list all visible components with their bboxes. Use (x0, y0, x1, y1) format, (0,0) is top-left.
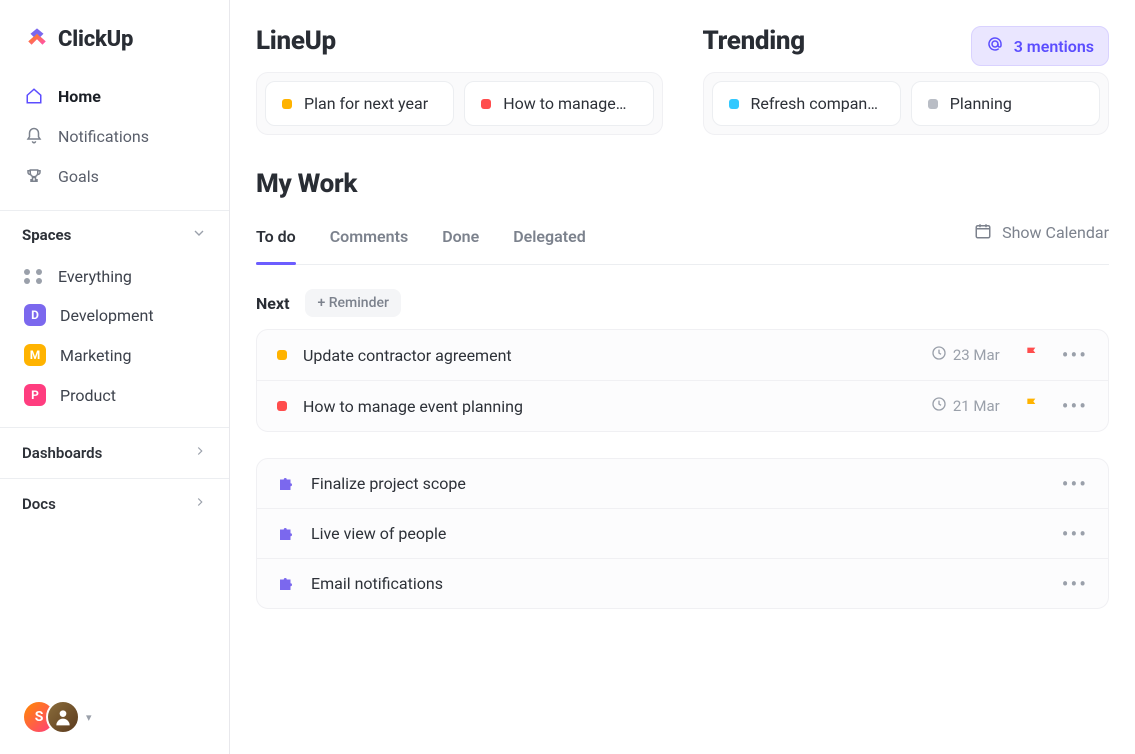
mentions-badge[interactable]: 3 mentions (971, 26, 1109, 66)
task-group-dated: Update contractor agreement 23 Mar ••• H… (256, 329, 1109, 432)
status-dot (277, 401, 287, 411)
next-row: Next + Reminder (256, 289, 1109, 317)
spaces-header[interactable]: Spaces (0, 210, 229, 255)
primary-nav: Home Notifications Goals (0, 72, 229, 210)
task-title: Update contractor agreement (303, 346, 931, 365)
sidebar: ClickUp Home Notifications Goals (0, 0, 230, 754)
puzzle-icon (277, 575, 295, 593)
clickup-logo-icon (24, 24, 50, 54)
user-avatars[interactable]: S ▾ (22, 700, 92, 734)
nav-home-label: Home (58, 87, 101, 106)
everything-icon (24, 266, 44, 286)
puzzle-icon (277, 525, 295, 543)
chevron-right-icon (193, 495, 207, 513)
space-badge: D (24, 304, 46, 326)
nav-notifications[interactable]: Notifications (10, 116, 219, 156)
trophy-icon (24, 166, 44, 186)
task-row[interactable]: Live view of people ••• (257, 508, 1108, 558)
task-date: 23 Mar (931, 345, 1000, 365)
task-row[interactable]: Finalize project scope ••• (257, 459, 1108, 508)
task-title: How to manage event planning (303, 397, 931, 416)
home-icon (24, 86, 44, 106)
space-label: Product (60, 386, 116, 405)
clock-icon (931, 396, 947, 416)
task-row[interactable]: Update contractor agreement 23 Mar ••• (257, 330, 1108, 380)
space-everything[interactable]: Everything (10, 257, 219, 295)
nav-home[interactable]: Home (10, 76, 219, 116)
status-dot (282, 99, 292, 109)
section-dashboards-label: Dashboards (22, 444, 102, 462)
space-everything-label: Everything (58, 267, 132, 286)
avatar-secondary[interactable] (46, 700, 80, 734)
card-label: Refresh compan… (751, 94, 878, 113)
nav-notifications-label: Notifications (58, 127, 149, 146)
task-group-undated: Finalize project scope ••• Live view of … (256, 458, 1109, 609)
tab-delegated[interactable]: Delegated (513, 215, 585, 264)
tab-done[interactable]: Done (442, 215, 479, 264)
card-label: Plan for next year (304, 94, 428, 113)
task-row[interactable]: How to manage event planning 21 Mar ••• (257, 380, 1108, 431)
mentions-label: 3 mentions (1014, 37, 1094, 56)
status-dot (928, 99, 938, 109)
calendar-icon (974, 222, 992, 244)
avatar-letter: S (35, 709, 44, 725)
space-badge: P (24, 384, 46, 406)
lineup-card[interactable]: Plan for next year (265, 81, 454, 126)
status-dot (277, 350, 287, 360)
add-reminder-button[interactable]: + Reminder (305, 289, 400, 317)
brand-text: ClickUp (58, 27, 133, 52)
space-label: Marketing (60, 346, 131, 365)
section-dashboards[interactable]: Dashboards (0, 427, 229, 478)
clock-icon (931, 345, 947, 365)
task-row[interactable]: Email notifications ••• (257, 558, 1108, 608)
trending-card[interactable]: Planning (911, 81, 1100, 126)
task-title: Finalize project scope (311, 474, 1062, 493)
show-calendar-label: Show Calendar (1002, 223, 1109, 242)
logo-row: ClickUp (0, 0, 229, 72)
spaces-header-label: Spaces (22, 226, 71, 244)
lineup-card[interactable]: How to manage… (464, 81, 653, 126)
puzzle-icon (277, 475, 295, 493)
task-title: Email notifications (311, 574, 1062, 593)
task-date-text: 23 Mar (953, 346, 1000, 364)
status-dot (481, 99, 491, 109)
lineup-cards: Plan for next year How to manage… (256, 72, 663, 135)
status-dot (729, 99, 739, 109)
space-product[interactable]: P Product (10, 375, 219, 415)
person-icon (53, 707, 73, 727)
card-label: How to manage… (503, 94, 626, 113)
tab-todo[interactable]: To do (256, 215, 296, 264)
next-label: Next (256, 294, 289, 313)
trending-cards: Refresh compan… Planning (703, 72, 1110, 135)
nav-goals[interactable]: Goals (10, 156, 219, 196)
space-label: Development (60, 306, 154, 325)
space-development[interactable]: D Development (10, 295, 219, 335)
mywork-title: My Work (256, 169, 1109, 199)
at-icon (986, 35, 1004, 57)
chevron-down-icon (191, 225, 207, 245)
card-label: Planning (950, 94, 1012, 113)
space-list: Everything D Development M Marketing P P… (0, 255, 229, 427)
lineup-section: LineUp Plan for next year How to manage… (256, 26, 663, 135)
chevron-right-icon (193, 444, 207, 462)
space-badge: M (24, 344, 46, 366)
mywork-tabs: To do Comments Done Delegated Show Calen… (256, 215, 1109, 265)
flag-icon[interactable] (1024, 396, 1040, 416)
task-date-text: 21 Mar (953, 397, 1000, 415)
trending-card[interactable]: Refresh compan… (712, 81, 901, 126)
lineup-title: LineUp (256, 26, 663, 56)
task-title: Live view of people (311, 524, 1062, 543)
tab-comments[interactable]: Comments (330, 215, 408, 264)
show-calendar-button[interactable]: Show Calendar (974, 222, 1109, 258)
main-content: LineUp Plan for next year How to manage…… (230, 0, 1135, 754)
nav-goals-label: Goals (58, 167, 99, 186)
section-docs-label: Docs (22, 495, 56, 513)
flag-icon[interactable] (1024, 345, 1040, 365)
space-marketing[interactable]: M Marketing (10, 335, 219, 375)
task-date: 21 Mar (931, 396, 1000, 416)
section-docs[interactable]: Docs (0, 478, 229, 529)
bell-icon (24, 126, 44, 146)
avatar-menu-caret[interactable]: ▾ (86, 711, 92, 724)
